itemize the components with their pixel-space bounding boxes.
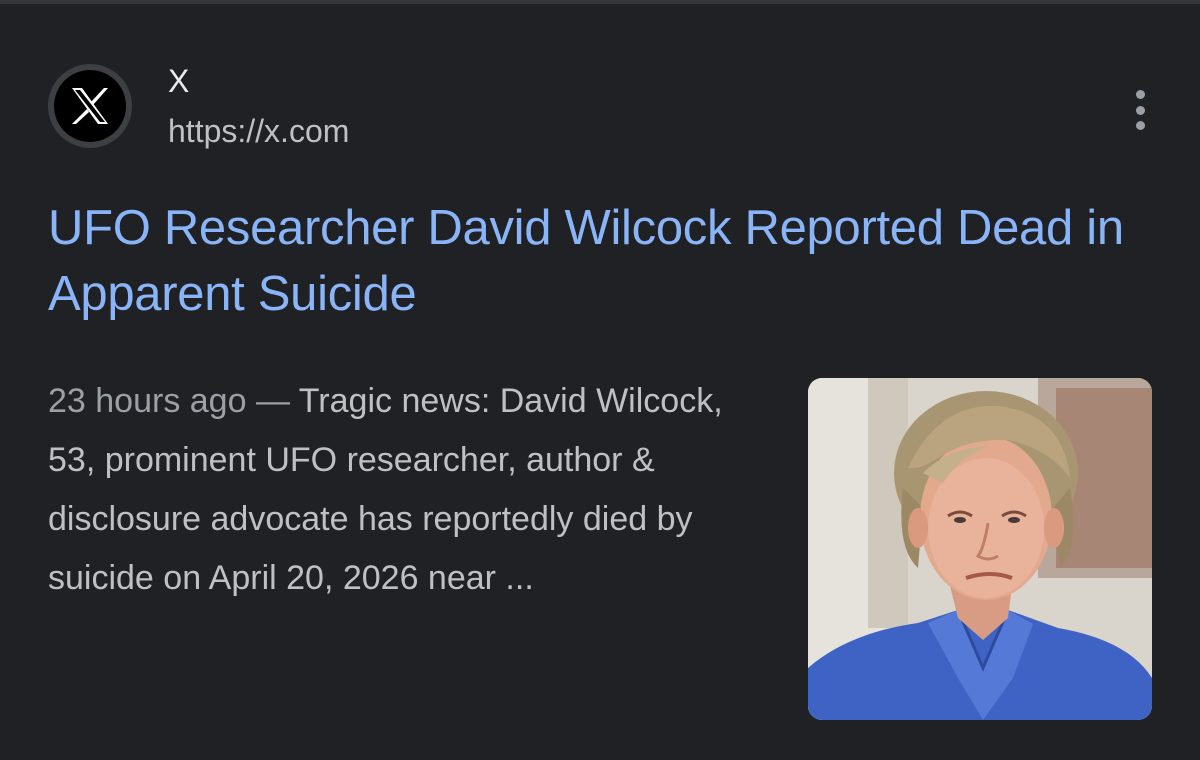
result-thumbnail[interactable] (808, 378, 1152, 720)
more-vertical-icon-dot-3 (1135, 121, 1145, 130)
result-date: 23 hours ago (48, 382, 247, 420)
source-row[interactable]: X https://x.com (48, 62, 1158, 152)
person-photo-thumbnail (808, 378, 1152, 720)
search-result-card: X https://x.com UFO Researcher David Wil… (0, 0, 1200, 760)
site-name[interactable]: X (168, 62, 189, 100)
more-vertical-icon (1135, 90, 1145, 99)
result-title-link[interactable]: UFO Researcher David Wilcock Reported De… (48, 195, 1158, 327)
site-url[interactable]: https://x.com (168, 112, 349, 150)
x-logo-icon[interactable] (48, 64, 132, 148)
more-vertical-icon-dot-2 (1135, 105, 1145, 115)
result-snippet: 23 hours ago — Tragic news: David Wilcoc… (48, 372, 748, 608)
more-options-button[interactable] (1122, 90, 1158, 130)
top-divider (0, 0, 1200, 4)
date-separator: — (255, 382, 290, 420)
